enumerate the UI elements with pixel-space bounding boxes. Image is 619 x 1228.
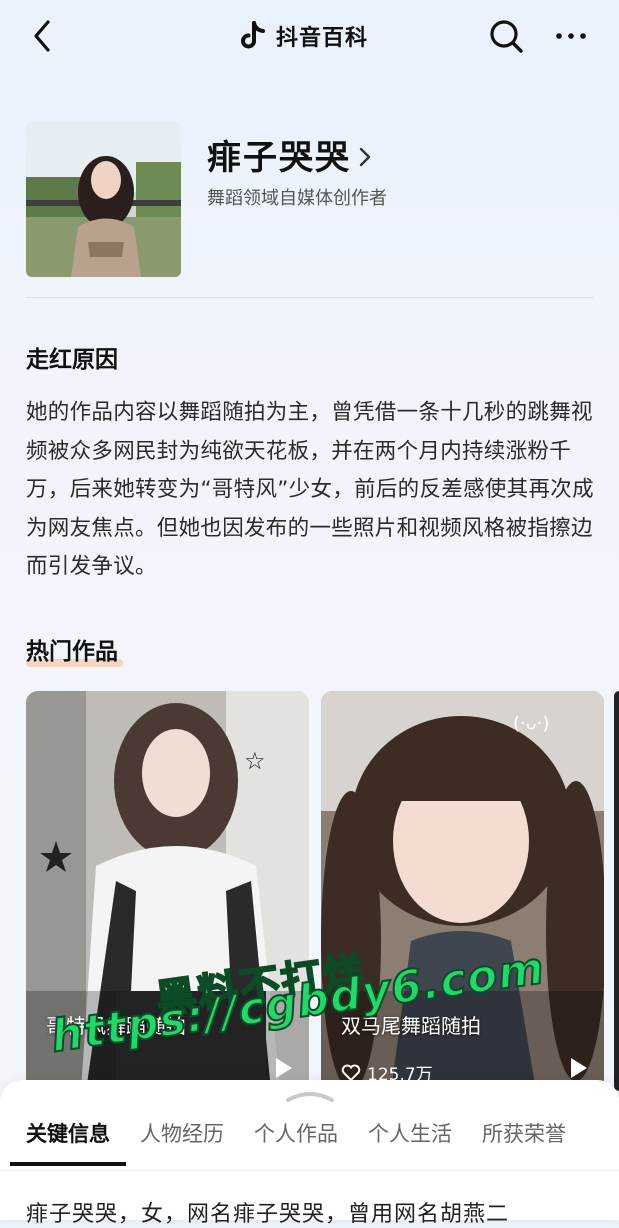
divider	[26, 297, 594, 298]
tab-bar: 关键信息 人物经历 个人作品 个人生活 所获荣誉	[10, 1118, 596, 1166]
hot-works-title: 热门作品	[26, 638, 118, 665]
profile-header: 痱子哭哭 舞蹈领域自媒体创作者	[26, 122, 596, 278]
search-button[interactable]	[488, 16, 526, 56]
svg-text:(·ᴗ·): (·ᴗ·)	[513, 713, 550, 734]
chevron-up-handle-icon	[286, 1092, 334, 1102]
tiktok-note-icon	[241, 21, 265, 49]
reason-title: 走红原因	[26, 346, 118, 373]
profile-name: 痱子哭哭	[207, 138, 351, 178]
search-icon	[490, 20, 523, 53]
reason-text: 她的作品内容以舞蹈随拍为主，曾凭借一条十几秒的跳舞视频被众多网民封为纯欲天花板，…	[26, 400, 594, 579]
tab-honors[interactable]: 所获荣誉	[482, 1118, 566, 1166]
video-card-peek[interactable]	[614, 691, 619, 1091]
content-peek-text: 痱子哭哭，女，网名痱子哭哭，曾用网名胡燕二	[26, 1202, 510, 1227]
more-horizontal-icon	[556, 33, 586, 39]
chevron-left-icon	[34, 20, 50, 52]
tab-key-info[interactable]: 关键信息	[10, 1118, 126, 1166]
profile-name-link[interactable]: 痱子哭哭	[207, 130, 373, 179]
back-button[interactable]	[28, 16, 60, 56]
video-title: 双马尾舞蹈随拍	[341, 1014, 481, 1038]
video-card[interactable]: (·ᴗ·) 双马尾舞蹈随拍 125.7万	[321, 691, 604, 1091]
chevron-right-icon	[359, 147, 371, 166]
tab-divider	[0, 1170, 619, 1171]
svg-text:☆: ☆	[244, 747, 266, 775]
tab-life[interactable]: 个人生活	[368, 1118, 452, 1166]
top-bar: 抖音百科	[0, 0, 619, 72]
video-card[interactable]: ☆ 哥特风舞蹈随拍	[26, 691, 309, 1091]
tab-works[interactable]: 个人作品	[254, 1118, 338, 1166]
brand: 抖音百科	[238, 18, 368, 54]
video-title: 哥特风舞蹈随拍	[46, 1014, 186, 1038]
heart-icon	[341, 1064, 361, 1081]
sheet-handle[interactable]	[284, 1086, 336, 1106]
more-button[interactable]	[552, 22, 592, 50]
tab-experience[interactable]: 人物经历	[140, 1118, 224, 1166]
avatar[interactable]	[26, 122, 181, 277]
brand-name: 抖音百科	[276, 26, 369, 51]
profile-subtitle: 舞蹈领域自媒体创作者	[207, 188, 387, 209]
